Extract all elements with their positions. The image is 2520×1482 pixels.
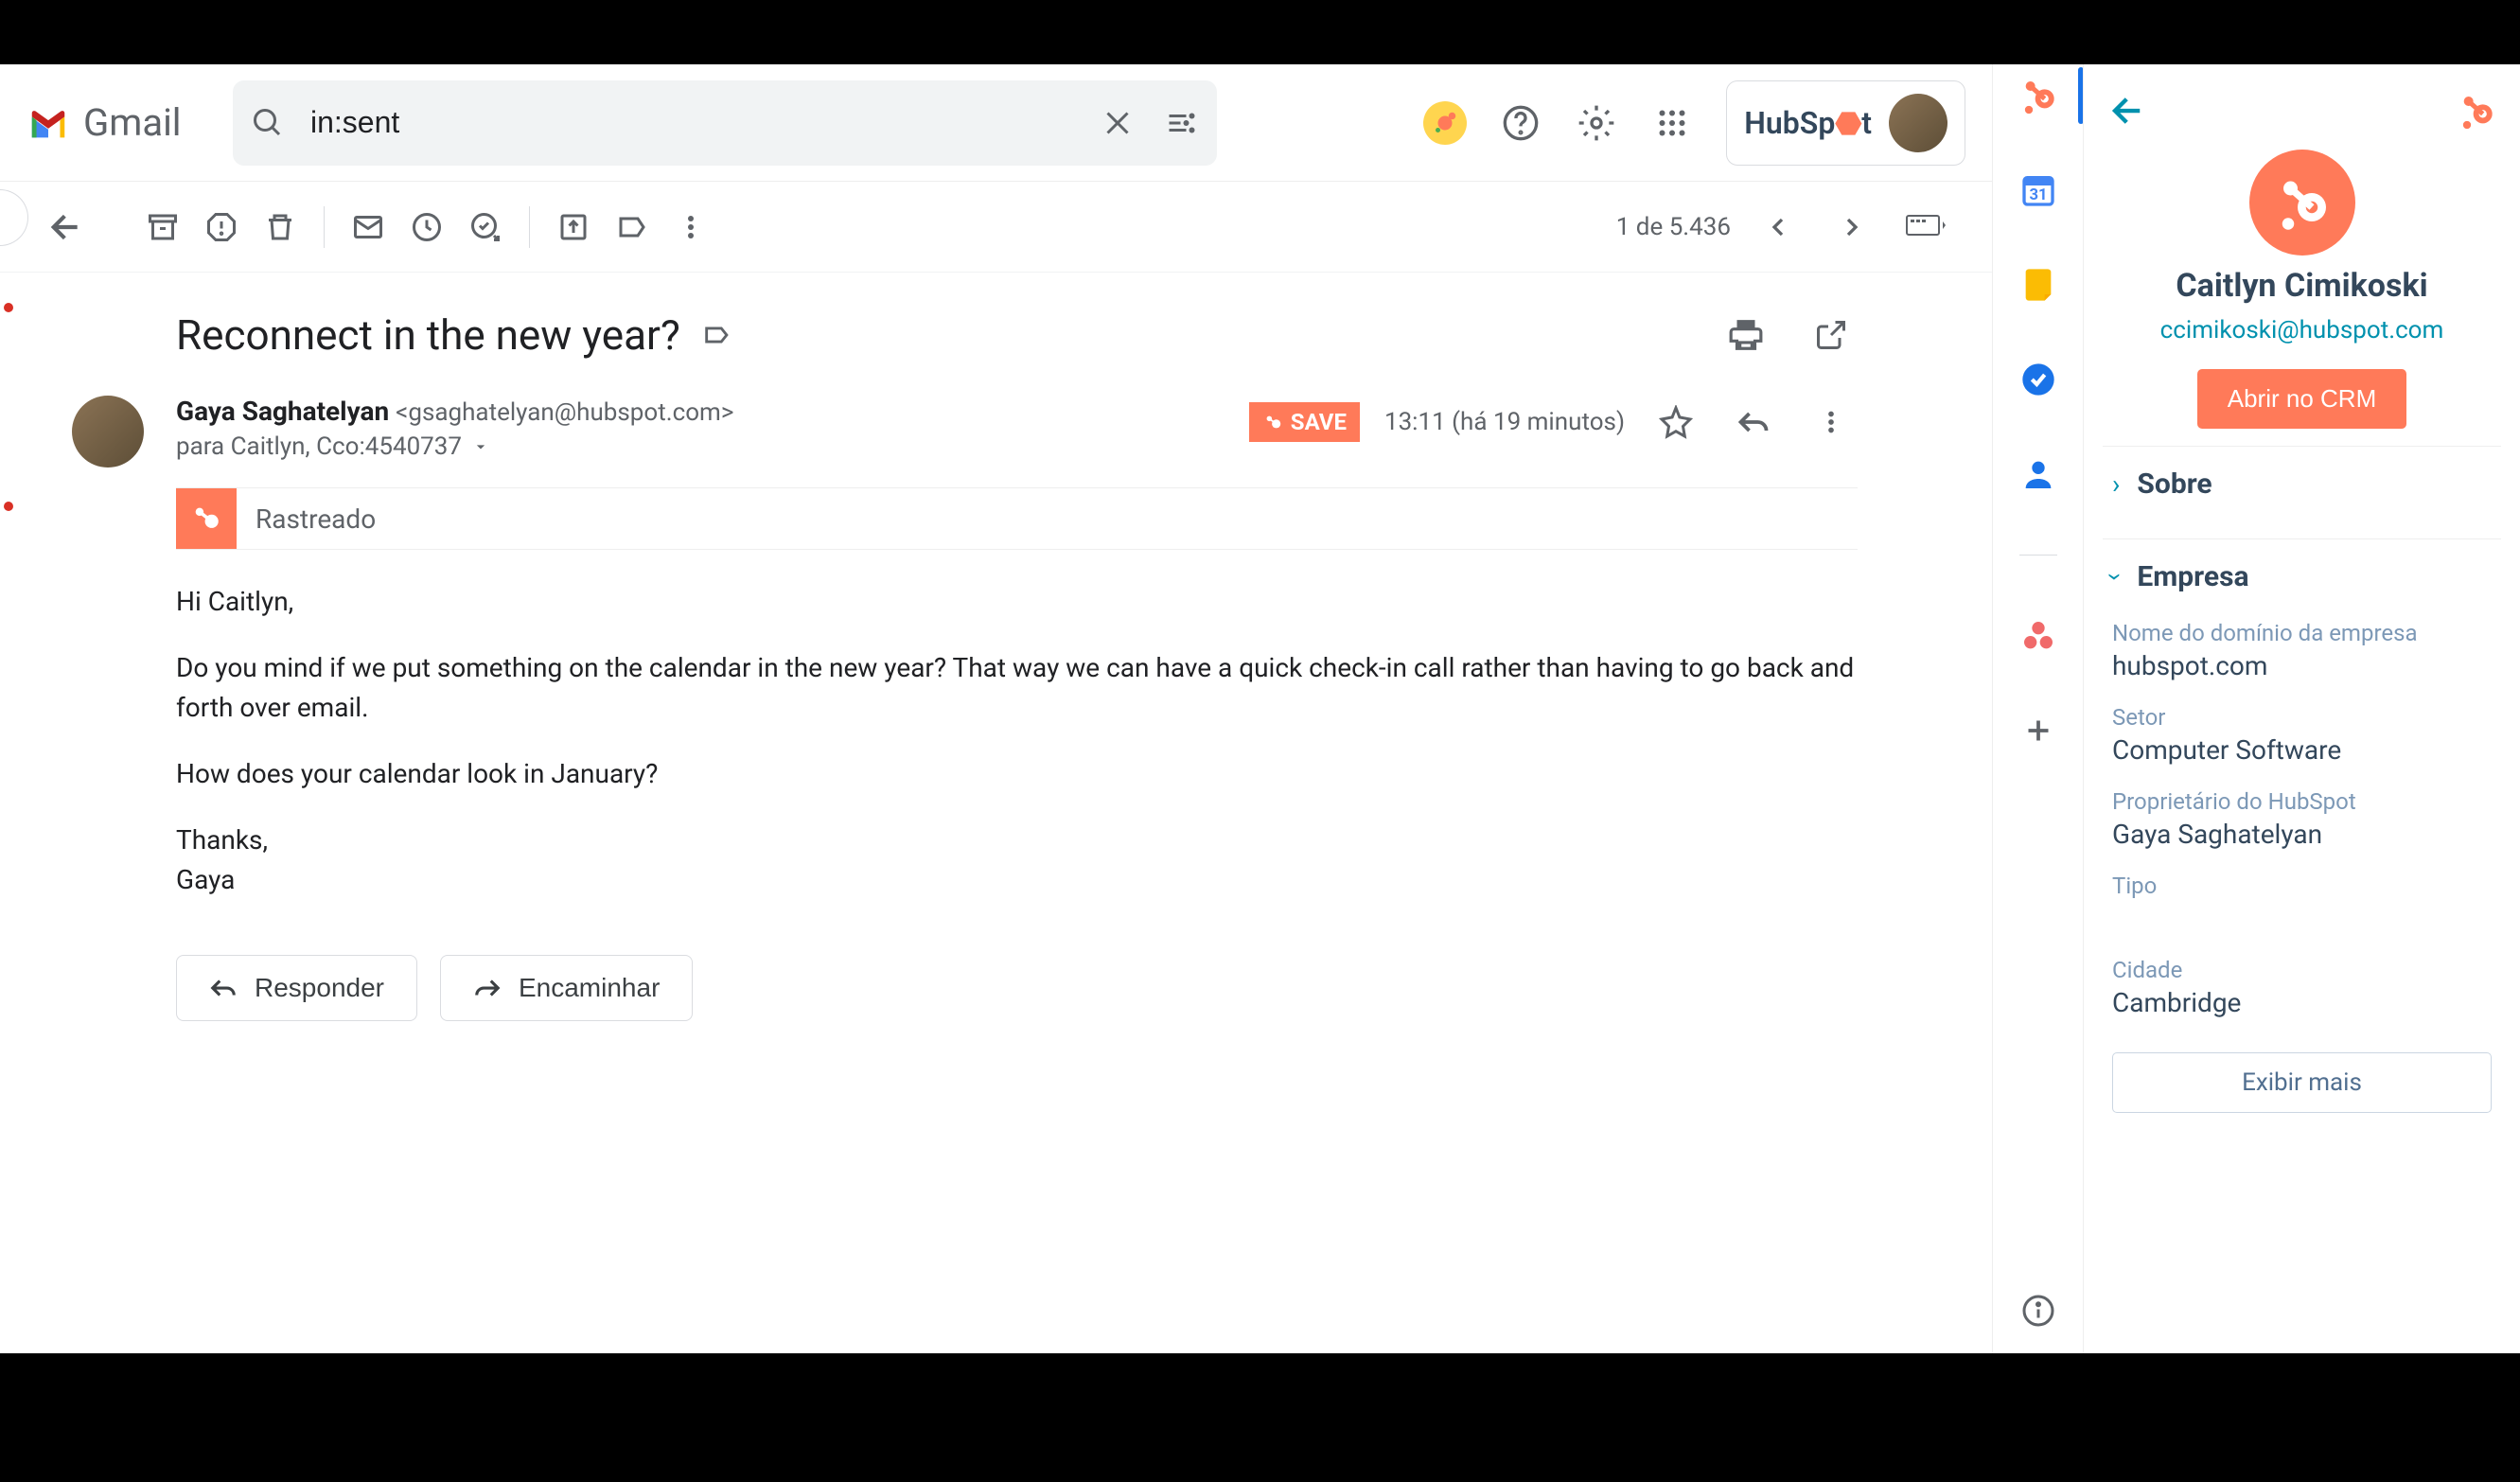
input-method-icon[interactable] [1899,201,1952,254]
about-section-header[interactable]: › Sobre [2103,446,2501,521]
app-header: Gmail [0,64,1992,182]
add-to-tasks-icon[interactable] [459,201,512,254]
calendar-addon-icon[interactable]: 31 [2015,167,2062,214]
apps-grid-icon[interactable] [1650,101,1694,145]
hubspot-logo-icon [2458,92,2495,130]
keep-addon-icon[interactable] [2015,261,2062,309]
search-bar[interactable] [233,80,1217,166]
field-value: Gaya Saghatelyan [2112,819,2492,850]
panel-back-icon[interactable] [2108,91,2148,131]
move-to-icon[interactable] [547,201,600,254]
forward-button[interactable]: Encaminhar [440,955,693,1021]
gmail-logo-block[interactable]: Gmail [26,100,216,145]
pagination-text: 1 de 5.436 [1616,213,1731,241]
reply-button[interactable]: Responder [176,955,417,1021]
search-icon[interactable] [246,101,290,145]
settings-gear-icon[interactable] [1575,101,1618,145]
search-input[interactable] [310,105,1075,140]
contact-name: Caitlyn Cimikoski [2176,267,2427,305]
email-body: Hi Caitlyn, Do you mind if we put someth… [176,550,1858,932]
page-prev-icon[interactable] [1752,201,1805,254]
star-icon[interactable] [1649,396,1702,449]
snooze-icon[interactable] [400,201,453,254]
tracked-bar: Rastreado [176,487,1858,550]
edge-indicator [4,502,13,511]
hubspot-pill-text: HubSp⬣t [1744,105,1872,141]
contact-email[interactable]: ccimikoski@hubspot.com [2160,316,2444,344]
edge-indicator [4,303,13,312]
asana-addon-icon[interactable] [2015,612,2062,660]
archive-icon[interactable] [136,201,189,254]
message-more-icon[interactable] [1805,396,1858,449]
reply-icon[interactable] [1727,396,1780,449]
email-subject: Reconnect in the new year? [176,310,680,360]
clear-search-icon[interactable] [1096,101,1139,145]
recipients-line: para Caitlyn, Cco:4540737 [176,432,462,461]
sender-avatar[interactable] [72,396,144,468]
chevron-right-icon: › [2112,468,2120,500]
subject-label-icon[interactable] [701,319,733,351]
field-label: Cidade [2112,957,2492,983]
side-addon-rail: 31 [1992,64,2083,1353]
print-icon[interactable] [1719,309,1772,362]
more-menu-icon[interactable] [664,201,717,254]
field-value [2112,903,2492,934]
field-label: Proprietário do HubSpot [2112,788,2492,815]
open-in-crm-button[interactable]: Abrir no CRM [2197,369,2406,429]
email-timestamp: 13:11 (há 19 minutos) [1384,408,1625,436]
recipients-expand-icon[interactable] [471,437,490,456]
mark-unread-icon[interactable] [342,201,395,254]
contacts-addon-icon[interactable] [2015,450,2062,498]
tasks-addon-icon[interactable] [2015,356,2062,403]
sender-email: <gsaghatelyan@hubspot.com> [396,398,733,427]
company-section-header[interactable]: › Empresa [2103,538,2501,614]
hubspot-extension-pill[interactable]: HubSp⬣t [1726,80,1965,166]
open-in-new-icon[interactable] [1805,309,1858,362]
contact-avatar [2249,150,2355,256]
field-label: Tipo [2112,873,2492,899]
field-label: Nome do domínio da empresa [2112,620,2492,646]
delete-icon[interactable] [254,201,307,254]
hubspot-addon-icon[interactable] [2015,72,2062,119]
field-value: hubspot.com [2112,650,2492,681]
hubspot-status-badge[interactable] [1423,101,1467,145]
svg-text:31: 31 [2029,186,2047,204]
profile-avatar[interactable] [1889,94,1947,152]
search-options-icon[interactable] [1160,101,1204,145]
gmail-text: Gmail [83,100,182,145]
sender-name: Gaya Saghatelyan [176,396,389,427]
add-addon-icon[interactable] [2015,707,2062,754]
info-icon[interactable] [2015,1287,2062,1334]
report-spam-icon[interactable] [195,201,248,254]
hubspot-side-panel: Caitlyn Cimikoski ccimikoski@hubspot.com… [2083,64,2520,1353]
gmail-icon [26,101,70,145]
show-more-button[interactable]: Exibir mais [2112,1052,2492,1113]
labels-icon[interactable] [606,201,659,254]
hubspot-save-badge[interactable]: SAVE [1249,402,1360,442]
field-label: Setor [2112,704,2492,731]
page-next-icon[interactable] [1825,201,1878,254]
field-value: Computer Software [2112,734,2492,766]
email-toolbar: 1 de 5.436 [0,182,1992,273]
tracked-label: Rastreado [237,503,376,535]
tracked-hubspot-icon [176,488,237,549]
help-icon[interactable] [1499,101,1542,145]
field-value: Cambridge [2112,987,2492,1018]
chevron-down-icon: › [2101,573,2132,580]
back-icon[interactable] [40,201,93,254]
